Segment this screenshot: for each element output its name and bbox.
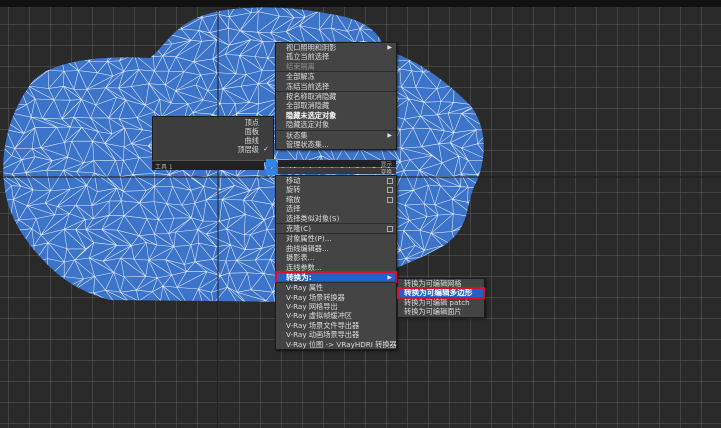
- convert-submenu-item[interactable]: 转换为可编辑多边形: [397, 287, 485, 299]
- context-menu-display-item[interactable]: 孤立当前选择: [276, 52, 396, 61]
- quad-menu-display: 视口照明和阴影 ▶ 孤立当前选择 结束隔离 全部解冻 冻结当前选择 按名称取消隐藏 全部取消隐…: [275, 42, 397, 151]
- context-menu-transform-item[interactable]: 选择: [276, 204, 396, 213]
- context-menu-transform-item[interactable]: 对象属性(P)...: [276, 233, 396, 243]
- menu-item-label: V-Ray 属性: [286, 283, 324, 293]
- viewport-perspective[interactable]: 顶点 面板 曲线 顶层级 ✓ 工具 1 显示 变换 视口照明和阴影 ▶ 孤立当前选择结…: [0, 0, 721, 428]
- settings-box-icon[interactable]: [387, 225, 393, 232]
- context-menu-display-item[interactable]: 隐藏选定对象: [276, 120, 396, 129]
- menu-item-label: 缩放: [286, 194, 301, 204]
- menu-item-label: V-Ray 网格导出: [286, 302, 338, 312]
- quad-item-vertex[interactable]: 顶点: [153, 118, 273, 127]
- menu-item-label: 转换为:: [286, 272, 312, 282]
- menu-item-label: 结束隔离: [286, 61, 315, 71]
- quad-label-transform: 变换: [278, 168, 396, 176]
- quad-item-curve[interactable]: 曲线: [153, 136, 273, 145]
- settings-box-icon[interactable]: [387, 178, 393, 184]
- menu-item-label: 选择类似对象(S): [286, 213, 340, 223]
- context-menu-display-item[interactable]: 按名称取消隐藏: [276, 90, 396, 101]
- menu-item-label: 连线参数...: [286, 262, 322, 272]
- menu-item-label: 对象属性(P)...: [286, 234, 332, 244]
- context-menu-display-item[interactable]: 状态集 ▶: [276, 129, 396, 140]
- menu-item-label: 转换为可编辑网格: [404, 279, 462, 288]
- context-menu-display-item[interactable]: 全部解冻: [276, 71, 396, 81]
- quad-item-top-level[interactable]: 顶层级 ✓: [153, 145, 273, 154]
- settings-box-icon[interactable]: [387, 196, 393, 203]
- context-menu-transform-item[interactable]: V-Ray 场景文件导出器: [276, 321, 396, 330]
- quad-label-display: 显示: [278, 160, 396, 168]
- context-menu-transform-item[interactable]: V-Ray 虚拟帧缓冲区: [276, 311, 396, 320]
- menu-item-label: V-Ray 场景文件导出器: [286, 320, 360, 330]
- menu-item-label: 按名称取消隐藏: [286, 91, 337, 101]
- context-menu-transform-item[interactable]: 克隆(C): [276, 222, 396, 233]
- context-menu-transform-item[interactable]: V-Ray 场景转换器: [276, 293, 396, 302]
- context-menu-transform-item[interactable]: V-Ray 网格导出: [276, 302, 396, 311]
- context-menu-transform-item[interactable]: 选择类似对象(S): [276, 214, 396, 223]
- convert-submenu-item[interactable]: 转换为可编辑 patch: [398, 298, 484, 307]
- quad-menu-transform: 移动 旋转 缩放 选择 选择类似对象(S) 克隆(C) 对象属性(P)... 曲线编辑器...…: [275, 175, 397, 351]
- menu-item-label: 冻结当前选择: [286, 81, 330, 91]
- context-menu-transform-item[interactable]: 旋转: [276, 185, 396, 194]
- context-menu-transform-item[interactable]: V-Ray 位图 -> VRayHDRI 转换器: [276, 339, 397, 349]
- context-menu-display-item[interactable]: 视口照明和阴影 ▶: [276, 43, 396, 52]
- menu-item-label: 隐藏选定对象: [286, 120, 330, 130]
- menu-item-label: V-Ray 动画场景导出器: [286, 330, 360, 340]
- context-menu-transform-item[interactable]: V-Ray 属性: [276, 282, 396, 292]
- submenu-arrow-icon: ▶: [387, 273, 392, 281]
- convert-submenu-item[interactable]: 转换为可编辑网格: [398, 279, 484, 288]
- menu-item-label: 全部取消隐藏: [286, 101, 330, 111]
- menu-item-label: 管理状态集...: [286, 139, 329, 149]
- settings-box-icon[interactable]: [387, 187, 393, 194]
- quad-label-tools: 工具 1: [152, 160, 264, 171]
- menu-item-label: 转换为可编辑面片: [404, 307, 462, 317]
- menu-item-label: V-Ray 位图 -> VRayHDRI 转换器: [286, 339, 397, 349]
- menu-item-label: 转换为可编辑多边形: [404, 288, 473, 298]
- context-menu-display-item[interactable]: 结束隔离: [276, 62, 396, 71]
- menu-item-label: 曲线编辑器...: [286, 243, 329, 253]
- context-menu-transform-item[interactable]: 转换为: ▶: [275, 270, 397, 284]
- menu-item-label: 隐藏未选定对象: [286, 110, 337, 120]
- menu-item-label: 转换为可编辑 patch: [404, 297, 470, 307]
- submenu-arrow-icon: ▶: [387, 44, 392, 51]
- menu-item-label: 视口照明和阴影: [286, 43, 337, 52]
- menu-item-label: 全部解冻: [286, 72, 315, 82]
- context-menu-transform-item[interactable]: 缩放: [276, 195, 396, 204]
- context-menu-transform-item[interactable]: 曲线编辑器...: [276, 244, 396, 253]
- menu-item-label: V-Ray 场景转换器: [286, 292, 345, 302]
- quad-menu-tools: 顶点 面板 曲线 顶层级 ✓: [152, 116, 274, 162]
- menu-item-label: 孤立当前选择: [286, 52, 330, 62]
- quad-item-face[interactable]: 面板: [153, 127, 273, 136]
- context-menu-display-item[interactable]: 全部取消隐藏: [276, 101, 396, 110]
- context-menu-display-item[interactable]: 管理状态集...: [276, 140, 396, 149]
- context-menu-transform-item[interactable]: 摄影表...: [276, 253, 396, 262]
- menu-item-label: 移动: [286, 176, 301, 185]
- context-menu-display-item[interactable]: 隐藏未选定对象: [276, 111, 396, 120]
- convert-to-submenu: 转换为可编辑网格 转换为可编辑多边形 转换为可编辑 patch 转换为可编辑面片: [397, 278, 485, 318]
- context-menu-display-item[interactable]: 冻结当前选择: [276, 82, 396, 91]
- context-menu-transform-item[interactable]: 连线参数...: [276, 263, 396, 272]
- quad-center-marker: [266, 159, 276, 167]
- menu-item-label: 克隆(C): [286, 223, 312, 233]
- checkmark-icon: ✓: [263, 145, 269, 153]
- submenu-arrow-icon: ▶: [387, 131, 392, 139]
- context-menu-transform-item[interactable]: 移动: [276, 176, 396, 185]
- menu-item-label: 选择: [286, 204, 301, 214]
- menu-item-label: V-Ray 虚拟帧缓冲区: [286, 311, 352, 321]
- menu-item-label: 旋转: [286, 185, 301, 195]
- context-menu-transform-item[interactable]: V-Ray 动画场景导出器: [276, 330, 396, 339]
- convert-submenu-item[interactable]: 转换为可编辑面片: [398, 307, 484, 316]
- menu-item-label: 摄影表...: [286, 253, 315, 263]
- menu-item-label: 状态集: [286, 130, 308, 140]
